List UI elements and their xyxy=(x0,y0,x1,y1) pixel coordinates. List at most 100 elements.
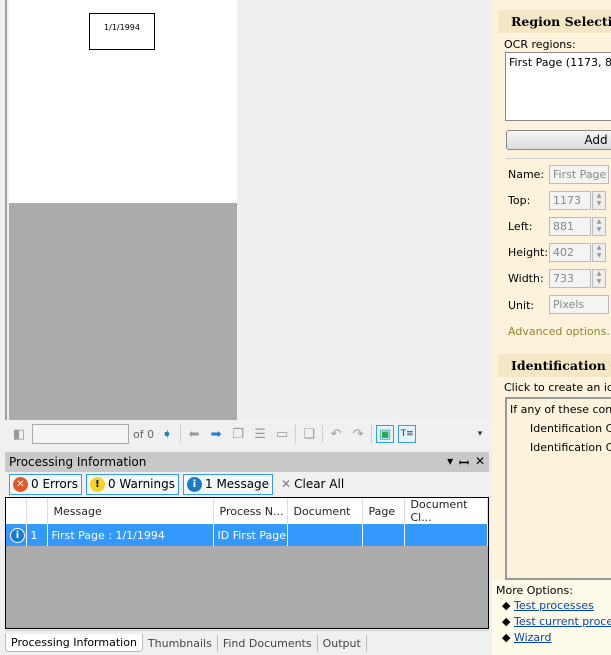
identification-conditions-tree[interactable]: If any of these conditi Identification C… xyxy=(505,397,611,580)
bullet-icon: ◆ xyxy=(502,599,511,612)
condition-item[interactable]: Identification Con xyxy=(510,416,611,435)
condition-item[interactable]: Identification Con xyxy=(510,435,611,454)
ocr-regions-label: OCR regions: xyxy=(504,38,576,51)
width-label: Width: xyxy=(508,272,544,285)
tab-find-documents[interactable]: Find Documents xyxy=(218,635,318,652)
clear-icon: ✕ xyxy=(281,477,292,491)
messages-label: 1 Message xyxy=(205,477,270,491)
copy-icon[interactable]: ❐ xyxy=(229,425,247,443)
ocr-region-item[interactable]: First Page (1173, 881 xyxy=(509,56,611,69)
top-input[interactable]: 1173 xyxy=(549,191,591,210)
divider xyxy=(506,158,611,159)
row-document-class xyxy=(404,524,488,546)
delete-page-icon[interactable]: ❏ xyxy=(300,425,318,443)
rotate-right-icon[interactable]: ↷ xyxy=(349,425,367,443)
identification-hint: Click to create an identi xyxy=(504,381,611,394)
previous-page-icon[interactable]: ◧ xyxy=(10,425,28,443)
more-option-item: ◆ Test processes xyxy=(502,599,594,612)
error-icon: ✕ xyxy=(13,476,28,492)
rotate-left-icon[interactable]: ↶ xyxy=(327,425,345,443)
tab-thumbnails[interactable]: Thumbnails xyxy=(143,635,218,652)
tab-output[interactable]: Output xyxy=(318,635,367,652)
left-input[interactable]: 881 xyxy=(549,217,591,236)
separator xyxy=(180,425,182,443)
top-label: Top: xyxy=(508,194,531,207)
unit-select[interactable]: Pixels xyxy=(549,295,609,314)
next-page-icon[interactable]: ➧ xyxy=(158,425,176,443)
name-label: Name: xyxy=(508,168,545,181)
panel-header: Processing Information ▾ ꟷ ✕ xyxy=(5,452,489,472)
conditions-root[interactable]: If any of these conditi xyxy=(510,403,611,416)
left-label: Left: xyxy=(508,220,533,233)
more-option-item: ◆ Wizard xyxy=(502,631,552,644)
separator xyxy=(295,425,297,443)
column-icon xyxy=(6,498,27,524)
wizard-link[interactable]: Wizard xyxy=(514,631,552,644)
page-number-input[interactable] xyxy=(32,424,129,444)
warnings-filter-button[interactable]: ! 0 Warnings xyxy=(85,473,179,495)
ocr-regions-list[interactable]: First Page (1173, 881 xyxy=(505,52,611,121)
forward-arrow-icon[interactable]: ➡ xyxy=(207,425,225,443)
tab-processing-information[interactable]: Processing Information xyxy=(5,634,143,652)
table-row[interactable]: i 1 First Page : 1/1/1994 ID First Page xyxy=(6,524,488,546)
messages-filter-button[interactable]: i1 Message xyxy=(183,473,274,495)
test-processes-link[interactable]: Test processes xyxy=(514,599,594,612)
unit-label: Unit: xyxy=(508,299,535,312)
column-document-class[interactable]: Document Cl... xyxy=(404,498,488,524)
region-selection-title: Region Selection xyxy=(498,10,611,33)
page-background xyxy=(9,203,237,420)
width-input[interactable]: 733 xyxy=(549,269,591,288)
split-icon[interactable]: ☰ xyxy=(251,425,269,443)
test-current-process-link[interactable]: Test current process xyxy=(514,615,611,628)
document-viewer[interactable]: 1/1/1994 xyxy=(5,0,489,420)
column-page[interactable]: Page xyxy=(362,498,405,524)
filter-bar: ✕ 0 Errors ! 0 Warnings i1 Message ✕ Clear … xyxy=(5,472,489,496)
row-message: First Page : 1/1/1994 xyxy=(47,524,214,546)
toolbar-overflow-icon[interactable]: ▾ xyxy=(471,425,489,443)
image-view-icon[interactable]: ▣ xyxy=(376,425,395,443)
page-count: of 0 xyxy=(133,427,155,441)
top-spinner[interactable]: ▲ ▼ xyxy=(592,191,606,210)
advanced-options-link[interactable]: Advanced options... xyxy=(508,325,611,338)
bullet-icon: ◆ xyxy=(502,631,511,644)
back-arrow-icon[interactable]: ⬅ xyxy=(185,425,203,443)
more-option-item: ◆ Test current process xyxy=(502,615,611,628)
row-process: ID First Page xyxy=(213,524,288,546)
warning-icon: ! xyxy=(89,476,105,492)
ocr-zone[interactable]: 1/1/1994 xyxy=(89,13,155,50)
left-spinner[interactable]: ▲ ▼ xyxy=(592,217,606,236)
height-input[interactable]: 402 xyxy=(549,243,591,262)
errors-filter-button[interactable]: ✕ 0 Errors xyxy=(9,473,82,495)
info-icon: i xyxy=(187,476,202,492)
messages-grid: Message Process N... Document Page Docum… xyxy=(5,497,489,629)
clear-all-button[interactable]: ✕ Clear All xyxy=(277,474,348,495)
warnings-label: 0 Warnings xyxy=(107,477,175,491)
row-number: 1 xyxy=(26,524,48,546)
height-spinner[interactable]: ▲ ▼ xyxy=(592,243,606,262)
text-view-icon[interactable]: T≡ xyxy=(398,425,417,443)
folder-icon[interactable]: ▭ xyxy=(273,425,291,443)
bullet-icon: ◆ xyxy=(502,615,511,628)
separator xyxy=(371,425,373,443)
column-process[interactable]: Process N... xyxy=(213,498,288,524)
column-document[interactable]: Document xyxy=(287,498,363,524)
dropdown-icon[interactable]: ▾ xyxy=(447,454,453,471)
column-message[interactable]: Message xyxy=(47,498,214,524)
grid-header: Message Process N... Document Page Docum… xyxy=(6,498,488,524)
close-icon[interactable]: ✕ xyxy=(475,454,485,471)
bottom-tabs: Processing Information Thumbnails Find D… xyxy=(5,630,489,652)
document-page[interactable]: 1/1/1994 xyxy=(9,0,237,203)
width-spinner[interactable]: ▲ ▼ xyxy=(592,269,606,288)
name-input[interactable]: First Page xyxy=(549,165,609,184)
more-options-label: More Options: xyxy=(496,584,573,597)
pin-icon[interactable]: ꟷ xyxy=(459,454,469,471)
identification-title: Identification Con xyxy=(498,354,611,377)
column-number xyxy=(26,498,48,524)
clear-label: Clear All xyxy=(294,477,345,491)
separator xyxy=(322,425,324,443)
row-document xyxy=(287,524,363,546)
panel-title: Processing Information xyxy=(9,455,147,469)
properties-panel: Region Selection OCR regions: First Page… xyxy=(492,0,611,655)
add-region-button[interactable]: Add xyxy=(506,130,611,150)
errors-label: 0 Errors xyxy=(31,477,78,491)
